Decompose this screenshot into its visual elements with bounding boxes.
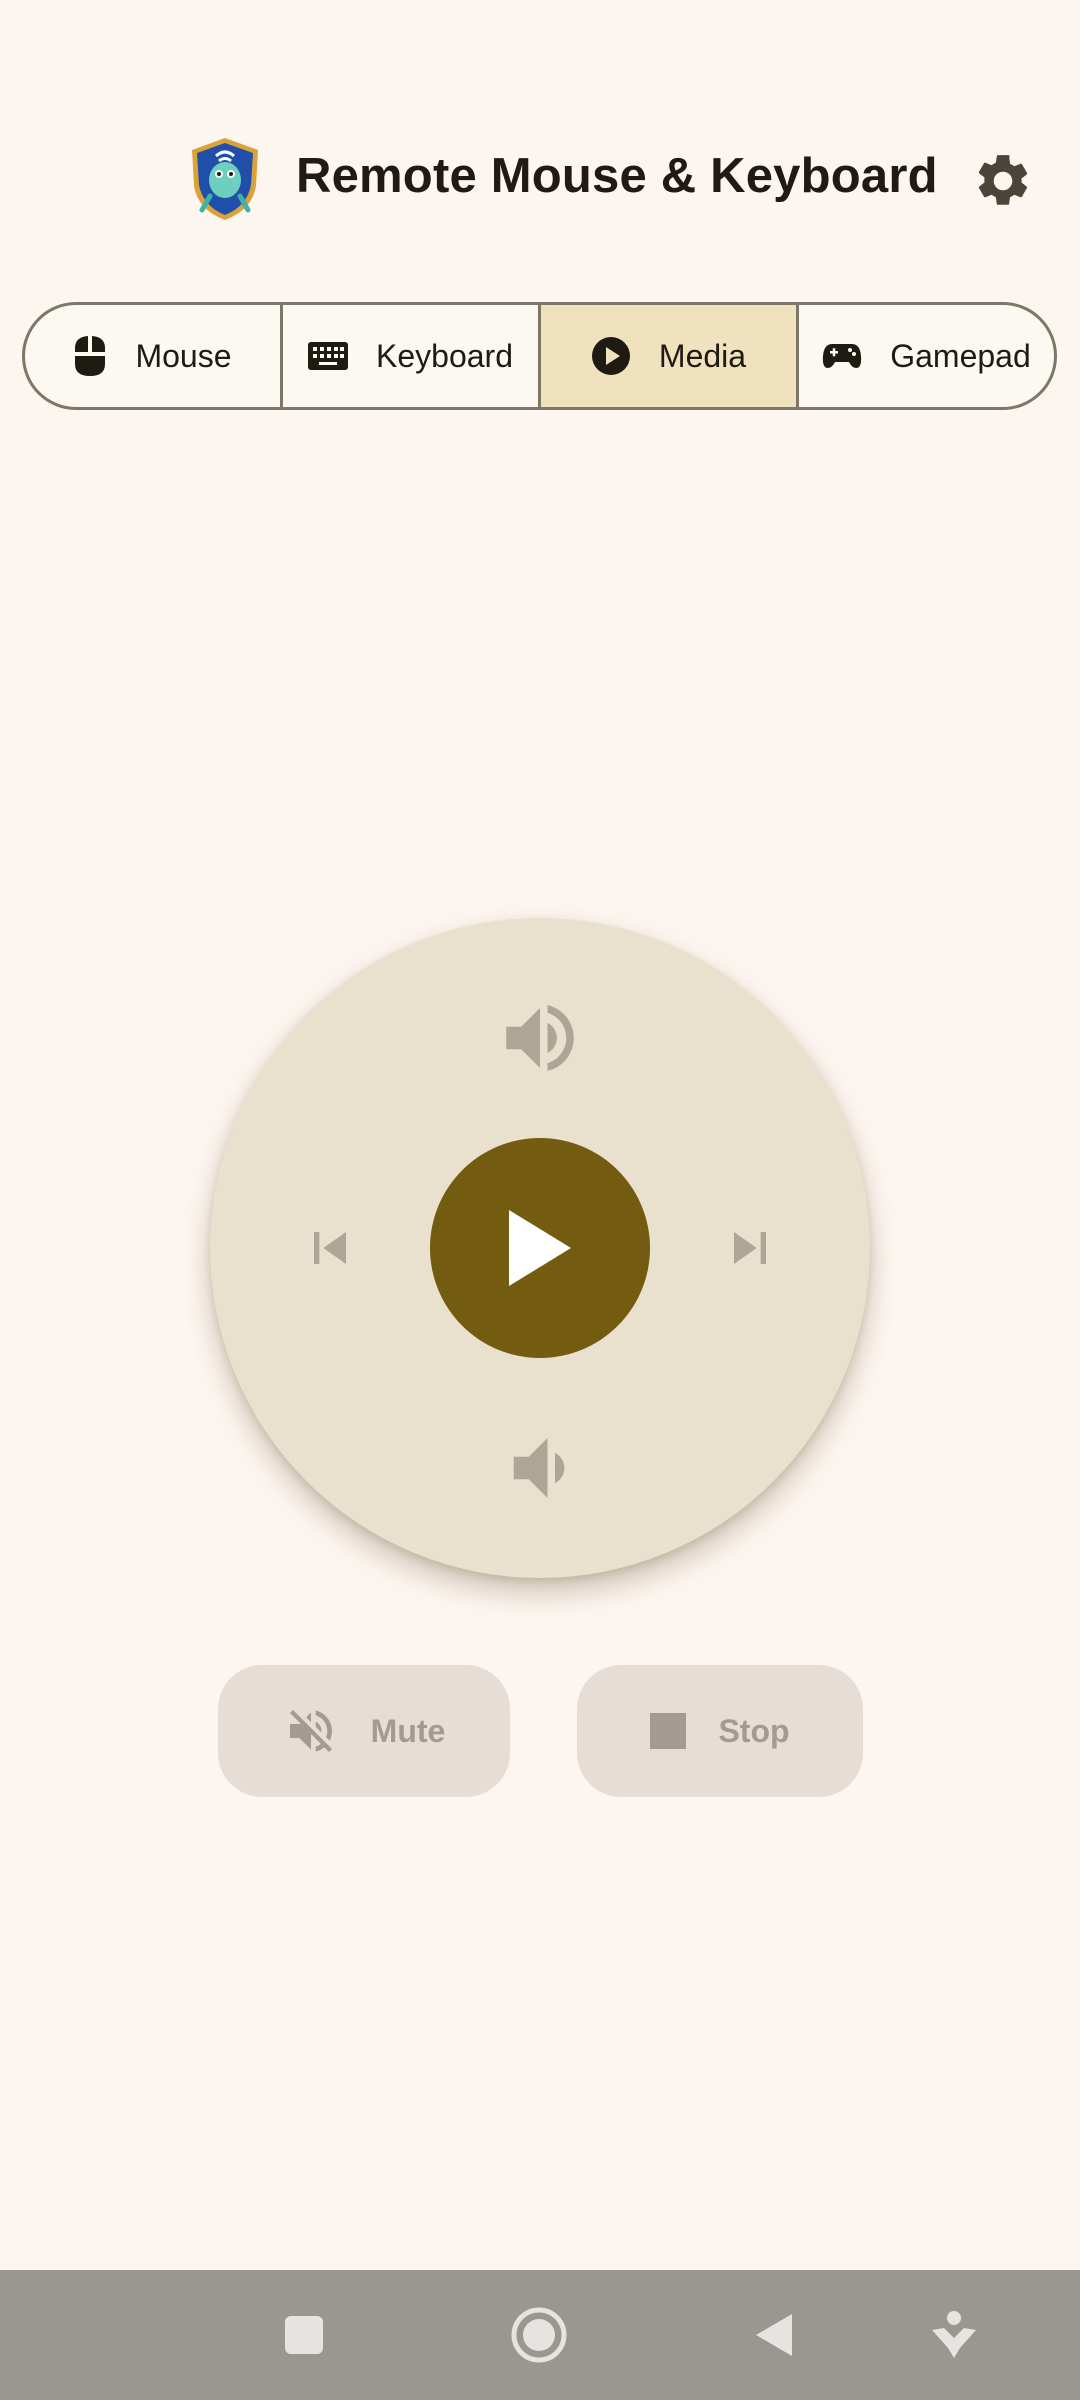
back-triangle-icon [756, 2314, 792, 2356]
previous-track-button[interactable] [270, 1188, 390, 1308]
volume-up-button[interactable] [480, 978, 600, 1098]
tab-mouse[interactable]: Mouse [25, 305, 283, 407]
volume-down-button[interactable] [480, 1408, 600, 1528]
gear-icon [978, 155, 1028, 205]
tab-keyboard[interactable]: Keyboard [283, 305, 541, 407]
next-track-button[interactable] [690, 1188, 810, 1308]
tab-media[interactable]: Media [541, 305, 799, 407]
app-title: Remote Mouse & Keyboard [296, 149, 938, 203]
keyboard-icon [308, 342, 348, 370]
gamepad-icon [823, 344, 862, 368]
media-dial [210, 918, 870, 1578]
stop-label: Stop [718, 1712, 790, 1749]
volume-up-icon [506, 1005, 574, 1071]
play-circle-icon [591, 337, 630, 375]
mode-tabs: Mouse Keyboard Media Gamepad [22, 302, 1057, 410]
mute-icon [289, 1710, 332, 1752]
mute-button[interactable]: Mute [218, 1665, 510, 1797]
play-button[interactable] [430, 1138, 650, 1358]
play-icon [509, 1210, 571, 1286]
screen: Remote Mouse & Keyboard Mouse Keyboard M… [0, 0, 1080, 2400]
previous-track-icon [314, 1232, 346, 1264]
back-button[interactable] [734, 2295, 814, 2375]
volume-down-icon [513, 1438, 565, 1498]
recents-button[interactable] [264, 2295, 344, 2375]
stop-icon [650, 1713, 687, 1749]
accessibility-button[interactable] [914, 2295, 994, 2375]
home-button[interactable] [499, 2295, 579, 2375]
mouse-icon [75, 336, 106, 376]
mute-label: Mute [370, 1712, 446, 1749]
tab-label: Media [658, 337, 747, 374]
settings-button[interactable] [972, 150, 1034, 212]
next-track-icon [734, 1232, 766, 1264]
tab-label: Mouse [135, 337, 232, 374]
tab-gamepad[interactable]: Gamepad [799, 305, 1054, 407]
app-logo [188, 136, 262, 222]
stop-button[interactable]: Stop [577, 1665, 863, 1797]
accessibility-icon [932, 2311, 976, 2358]
home-circle-icon [511, 2307, 567, 2363]
tab-label: Gamepad [890, 337, 1031, 374]
system-navbar [0, 2270, 1080, 2400]
recents-square-icon [285, 2316, 323, 2354]
tab-label: Keyboard [376, 337, 513, 374]
